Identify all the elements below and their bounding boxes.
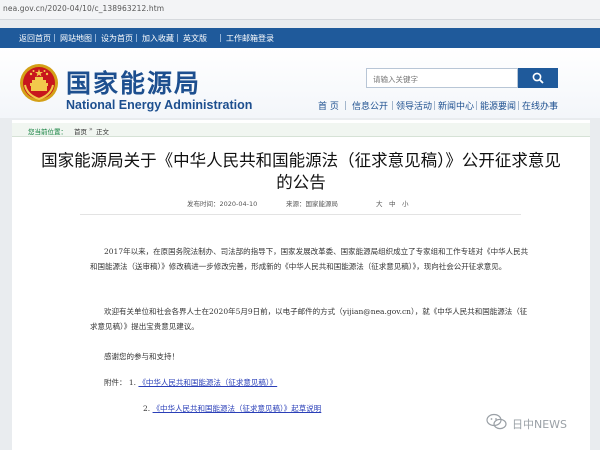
nav-home[interactable]: 首 页 (318, 99, 339, 112)
article-title-line1: 国家能源局关于《中华人民共和国能源法（征求意见稿）》公开征求意见 (41, 151, 561, 170)
url-text[interactable]: nea.gov.cn/2020-04/10/c_138963212.htm (3, 4, 164, 13)
nav-leader-activities[interactable]: 领导活动 (396, 99, 432, 112)
article-title: 国家能源局关于《中华人民共和国能源法（征求意见稿）》公开征求意见 的公告 (12, 150, 590, 194)
attachment-link-1[interactable]: 《中华人民共和国能源法（征求意见稿）》 (138, 378, 277, 387)
article-title-line2: 的公告 (276, 173, 326, 192)
nav-separator (136, 34, 137, 42)
nav-separator (220, 34, 221, 42)
nav-news-center[interactable]: 新闻中心 (438, 99, 474, 112)
wechat-icon (486, 413, 507, 430)
link-home[interactable]: 返回首页 (19, 33, 51, 44)
attachment-item-1: 附件： 1. 《中华人民共和国能源法（征求意见稿）》 (104, 378, 278, 387)
nav-energy-news[interactable]: 能源要闻 (480, 99, 516, 112)
address-bar[interactable]: nea.gov.cn/2020-04/10/c_138963212.htm (0, 0, 600, 20)
article-page: 您当前位置： 首页 » 正文 国家能源局关于《中华人民共和国能源法（征求意见稿）… (12, 120, 590, 450)
article-paragraph-2: 欢迎有关单位和社会各界人士在2020年5月9日前，以电子邮件的方式（yijian… (90, 307, 528, 331)
link-work-email[interactable]: 工作邮箱登录 (226, 33, 274, 44)
breadcrumb-separator: » (89, 126, 93, 133)
link-english[interactable]: 英文版 (183, 33, 207, 44)
font-size-medium[interactable]: 中 (389, 198, 396, 208)
nav-separator (95, 34, 96, 42)
nav-separator (518, 101, 519, 110)
breadcrumb-label: 您当前位置： (28, 128, 67, 136)
nav-info-disclosure[interactable]: 信息公开 (352, 99, 388, 112)
breadcrumb: 您当前位置： 首页 » 正文 (12, 123, 590, 137)
nav-separator (345, 101, 346, 110)
nav-separator (177, 34, 178, 42)
nav-separator (476, 101, 477, 110)
link-sitemap[interactable]: 网站地图 (60, 33, 92, 44)
attachment-link-2[interactable]: 《中华人民共和国能源法（征求意见稿）》起草说明 (153, 404, 322, 413)
font-size-small[interactable]: 小 (402, 198, 409, 208)
font-size-large[interactable]: 大 (376, 198, 383, 208)
search-input[interactable]: 请输入关键字 (366, 68, 518, 88)
link-add-favorite[interactable]: 加入收藏 (142, 33, 174, 44)
search-icon (532, 72, 544, 84)
breadcrumb-current: 正文 (96, 128, 109, 136)
national-emblem-icon (20, 64, 58, 102)
article-source: 来源：国家能源局 (286, 200, 338, 208)
watermark: 日中NEWS (486, 413, 596, 433)
nav-separator (54, 34, 55, 42)
nav-separator (434, 101, 435, 110)
link-set-homepage[interactable]: 设为首页 (101, 33, 133, 44)
attachments-label: 附件： (104, 378, 127, 387)
brand-name-cn[interactable]: 国家能源局 (66, 64, 201, 100)
watermark-text: 日中NEWS (512, 418, 568, 431)
article-paragraph-3: 感谢您的参与和支持！ (104, 352, 179, 361)
site-header: 国家能源局 National Energy Administration 请输入… (0, 48, 600, 118)
attachment-item-2: 2. 《中华人民共和国能源法（征求意见稿）》起草说明 (143, 404, 322, 413)
brand-name-en[interactable]: National Energy Administration (66, 98, 252, 112)
search-button[interactable] (518, 68, 558, 88)
publish-date: 发布时间：2020-04-10 (187, 200, 258, 208)
article-paragraph-1: 2017年以来，在原国务院法制办、司法部的指导下，国家发展改革委、国家能源局组织… (90, 247, 529, 271)
top-utility-nav: 返回首页 网站地图 设为首页 加入收藏 英文版 工作邮箱登录 (0, 28, 600, 48)
header-divider (80, 214, 521, 215)
breadcrumb-home[interactable]: 首页 (74, 126, 87, 136)
nav-separator (392, 101, 393, 110)
nav-online-services[interactable]: 在线办事 (522, 99, 558, 112)
